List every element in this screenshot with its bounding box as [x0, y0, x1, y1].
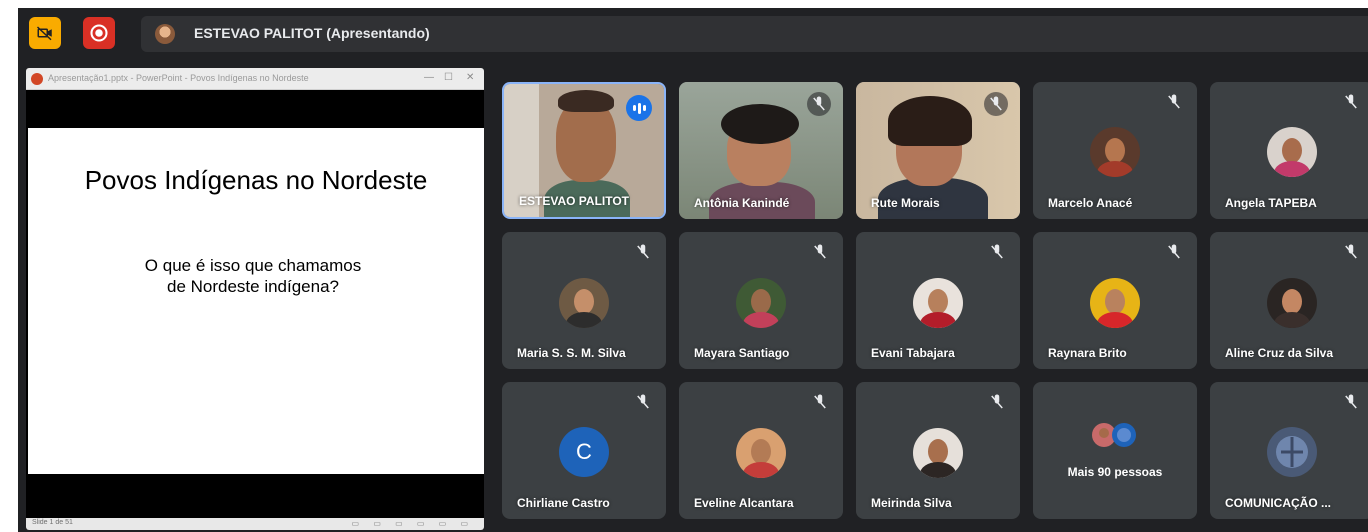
record-button[interactable] [83, 17, 115, 49]
presentation-window[interactable]: Apresentação1.pptx - PowerPoint - Povos … [26, 68, 484, 530]
minimize-button[interactable]: — [424, 72, 434, 83]
mic-off-icon [1168, 94, 1180, 109]
mute-indicator [634, 243, 652, 261]
mute-indicator [988, 243, 1006, 261]
mic-off-icon [637, 394, 649, 409]
slide-body: O que é isso que chamamos de Nordeste in… [108, 255, 398, 297]
close-button[interactable]: ✕ [466, 72, 474, 83]
slide-title: Povos Indígenas no Nordeste [84, 165, 428, 195]
participant-tile[interactable]: Maria S. S. M. Silva [502, 232, 666, 369]
mic-off-icon [991, 244, 1003, 259]
audio-level-icon [626, 95, 652, 121]
slide-counter: Slide 1 de 51 [32, 519, 73, 526]
mute-indicator [634, 393, 652, 411]
mute-indicator [1342, 93, 1360, 111]
presentation-titlebar: Apresentação1.pptx - PowerPoint - Povos … [26, 68, 484, 90]
participant-avatar [559, 278, 609, 328]
participant-tile[interactable]: Meirinda Silva [856, 382, 1020, 519]
participant-tile[interactable]: Evani Tabajara [856, 232, 1020, 369]
participant-name: Aline Cruz da Silva [1225, 346, 1334, 360]
presentation-status-bar: Slide 1 de 51 ▭ ▭ ▭ ▭ ▭ ▭ [26, 518, 484, 530]
participant-tile[interactable]: Raynara Brito [1033, 232, 1197, 369]
participant-avatar [1267, 278, 1317, 328]
more-participants-label: Mais 90 pessoas [1067, 465, 1163, 479]
mute-indicator [1165, 93, 1183, 111]
mute-indicator [811, 243, 829, 261]
mic-off-icon [991, 394, 1003, 409]
participant-name: Mayara Santiago [694, 346, 790, 360]
participant-avatar [1267, 427, 1317, 477]
participant-tile[interactable]: C Chirliane Castro [502, 382, 666, 519]
record-icon [90, 24, 108, 42]
participant-name: COMUNICAÇÃO ... [1225, 496, 1331, 510]
participant-tile[interactable]: COMUNICAÇÃO ... [1210, 382, 1368, 519]
mute-indicator [1342, 243, 1360, 261]
meet-window: ESTEVAO PALITOT (Apresentando) Apresenta… [18, 8, 1368, 532]
participant-name: Rute Morais [871, 196, 940, 210]
participant-avatar [1090, 278, 1140, 328]
more-participants-avatars [1092, 423, 1136, 447]
participant-name: Chirliane Castro [517, 496, 610, 510]
mic-off-icon [1168, 244, 1180, 259]
participant-name: Marcelo Anacé [1048, 196, 1133, 210]
mic-off-icon [1345, 394, 1357, 409]
participant-name: Eveline Alcantara [694, 496, 794, 510]
participant-avatar [1090, 127, 1140, 177]
top-bar: ESTEVAO PALITOT (Apresentando) [18, 8, 1368, 58]
participant-name: Angela TAPEBA [1225, 196, 1317, 210]
more-participants-tile[interactable]: Mais 90 pessoas [1033, 382, 1197, 519]
participant-tile[interactable]: Marcelo Anacé [1033, 82, 1197, 219]
mute-indicator [1342, 393, 1360, 411]
presentation-window-title: Apresentação1.pptx - PowerPoint - Povos … [48, 73, 309, 83]
maximize-button[interactable]: ☐ [444, 72, 453, 83]
mute-indicator [811, 393, 829, 411]
mic-off-icon [990, 96, 1002, 111]
view-mode-icons[interactable]: ▭ ▭ ▭ ▭ ▭ ▭ [352, 519, 474, 528]
presenter-avatar [155, 24, 175, 44]
participant-tile[interactable]: Aline Cruz da Silva [1210, 232, 1368, 369]
mic-off-icon [637, 244, 649, 259]
participant-name: Raynara Brito [1048, 346, 1127, 360]
camera-off-button[interactable] [29, 17, 61, 49]
presenter-chip[interactable]: ESTEVAO PALITOT (Apresentando) [141, 16, 1368, 52]
mute-indicator [807, 92, 831, 116]
participant-avatar [913, 278, 963, 328]
slide: Povos Indígenas no Nordeste O que é isso… [28, 128, 484, 474]
mic-off-icon [1345, 94, 1357, 109]
slide-body-line-1: O que é isso que chamamos [144, 256, 362, 275]
participant-name: ESTEVAO PALITOT [519, 194, 630, 208]
participant-tile[interactable]: Antônia Kanindé [679, 82, 843, 219]
participant-name: Meirinda Silva [871, 496, 952, 510]
participant-letter-avatar: C [559, 427, 609, 477]
participant-avatar [736, 278, 786, 328]
participant-tile[interactable]: Angela TAPEBA [1210, 82, 1368, 219]
mute-indicator [988, 393, 1006, 411]
participant-avatar [736, 428, 786, 478]
participant-tile[interactable]: ESTEVAO PALITOT [502, 82, 666, 219]
powerpoint-icon [31, 73, 43, 85]
participant-tile[interactable]: Mayara Santiago [679, 232, 843, 369]
mic-off-icon [813, 96, 825, 111]
mute-indicator [984, 92, 1008, 116]
participant-avatar [1267, 127, 1317, 177]
mic-off-icon [1345, 244, 1357, 259]
participant-name: Evani Tabajara [871, 346, 955, 360]
mute-indicator [1165, 243, 1183, 261]
globe-icon [1276, 436, 1308, 468]
camera-off-icon [36, 26, 52, 41]
participant-avatar [913, 428, 963, 478]
participant-tile[interactable]: Eveline Alcantara [679, 382, 843, 519]
presenter-label: ESTEVAO PALITOT (Apresentando) [194, 25, 430, 41]
mic-off-icon [814, 394, 826, 409]
participant-tile[interactable]: Rute Morais [856, 82, 1020, 219]
mic-off-icon [814, 244, 826, 259]
participant-name: Antônia Kanindé [694, 196, 790, 210]
participant-name: Maria S. S. M. Silva [517, 346, 626, 360]
slide-body-line-2: de Nordeste indígena? [166, 277, 340, 296]
